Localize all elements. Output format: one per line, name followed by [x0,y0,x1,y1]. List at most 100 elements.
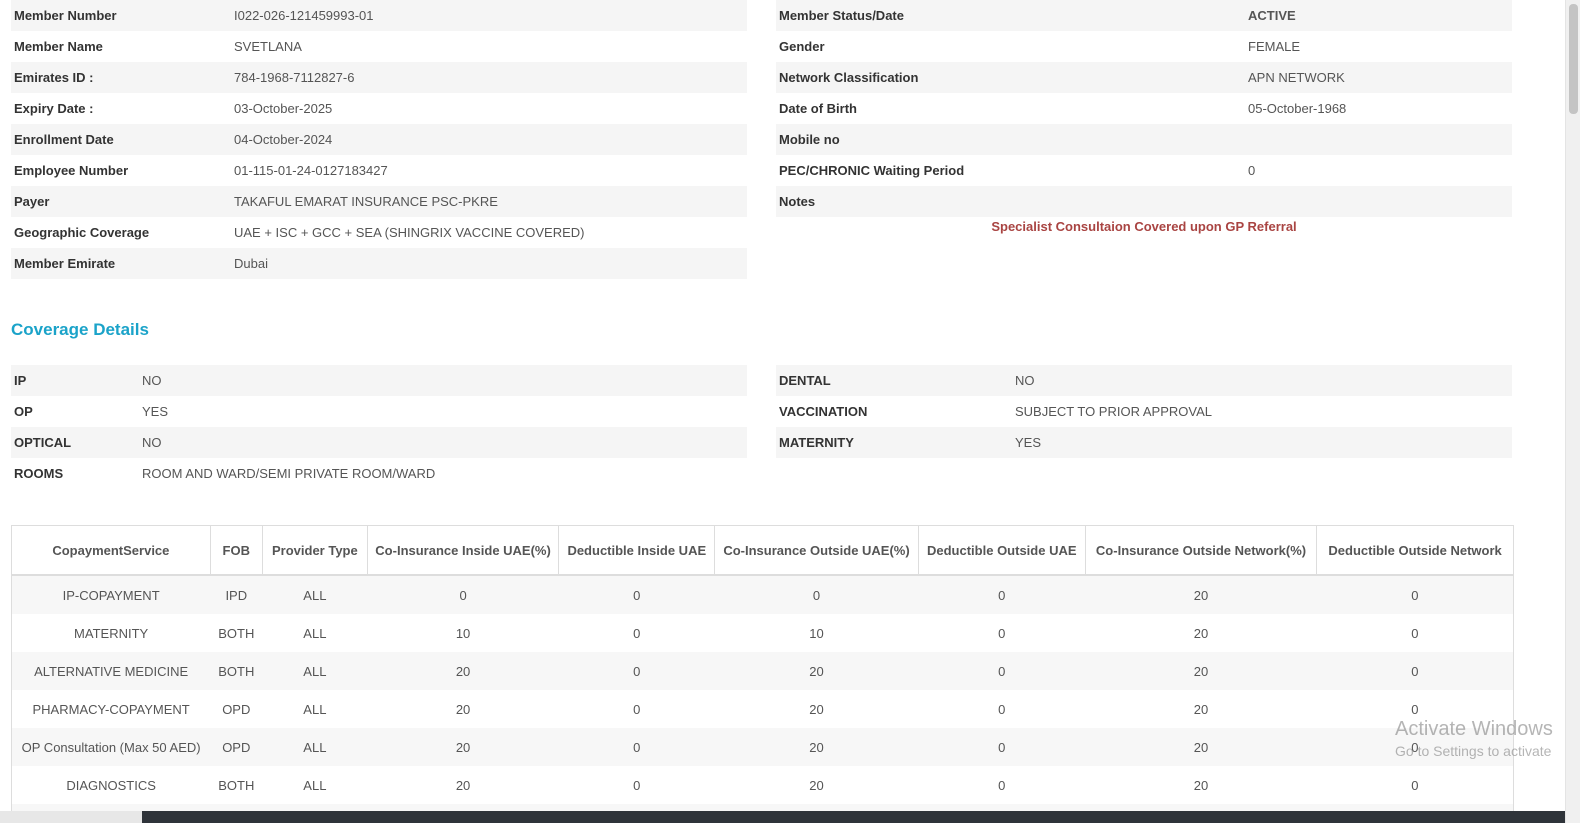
column-header[interactable]: Provider Type [262,525,368,576]
table-cell: 0 [998,587,1006,603]
table-row: IP-COPAYMENT IPD ALL 0 0 0 0 20 0 [12,575,1513,614]
table-cell: 10 [455,625,471,641]
table-cell: 0 [998,777,1006,793]
table-cell: 20 [809,663,824,679]
payer-row: Payer TAKAFUL EMARAT INSURANCE PSC-PKRE [11,186,747,217]
payer-value: TAKAFUL EMARAT INSURANCE PSC-PKRE [234,194,498,209]
coverage-maternity-value: YES [1015,435,1042,450]
member-number-row: Member Number I022-026-121459993-01 [11,0,747,31]
coverage-dental-row: DENTAL NO [776,365,1512,396]
member-name-row: Member Name SVETLANA [11,31,747,62]
member-status-label: Member Status/Date [779,8,904,23]
member-details-page: Member Number I022-026-121459993-01 Membe… [0,0,1565,823]
table-row: PHARMACY-COPAYMENT OPD ALL 20 0 20 0 20 0 [12,690,1513,728]
table-cell: 20 [1193,739,1209,755]
geographic-coverage-value: UAE + ISC + GCC + SEA (SHINGRIX VACCINE … [234,225,585,240]
column-header[interactable]: Co-Insurance Inside UAE(%) [367,525,560,576]
coverage-op-label: OP [14,404,33,419]
table-cell: 20 [809,739,824,755]
table-cell: OP Consultation (Max 50 AED) [21,739,201,755]
table-cell: 0 [633,625,641,641]
table-cell: 20 [1193,701,1209,717]
table-cell: 0 [1411,777,1419,793]
notes-label: Notes [779,194,816,209]
table-cell: IPD [225,587,248,603]
gender-label: Gender [779,39,825,54]
coverage-ip-label: IP [14,373,27,388]
waiting-period-label: PEC/CHRONIC Waiting Period [779,163,965,178]
employee-number-value: 01-115-01-24-0127183427 [234,163,388,178]
horizontal-scrollbar-track-segment[interactable] [0,811,142,823]
geographic-coverage-label: Geographic Coverage [14,225,150,240]
table-cell: 0 [1411,739,1419,755]
vertical-scrollbar-thumb[interactable] [1569,4,1578,114]
coverage-right: DENTAL NO VACCINATION SUBJECT TO PRIOR APP… [776,365,1512,458]
table-cell: ALL [303,701,327,717]
member-emirate-value: Dubai [234,256,268,271]
horizontal-scrollbar[interactable] [0,811,1565,823]
column-header[interactable]: Co-Insurance Outside Network(%) [1085,525,1318,576]
table-cell: OPD [222,739,251,755]
waiting-period-value: 0 [1248,163,1256,178]
table-cell: 0 [998,701,1006,717]
copayment-table-body: IP-COPAYMENT IPD ALL 0 0 0 0 20 0 MATERNITY BOTH AL… [12,575,1513,823]
table-cell: ALL [303,777,327,793]
coverage-rooms-row: ROOMS ROOM AND WARD/SEMI PRIVATE ROOM/WAR… [11,458,747,489]
table-cell: 0 [998,663,1006,679]
table-cell: 0 [812,587,821,603]
table-header-row: CopaymentService FOB Provider Type Co-In… [12,525,1513,576]
employee-number-label: Employee Number [14,163,129,178]
member-number-label: Member Number [14,8,117,23]
table-cell: 0 [1411,701,1419,717]
column-header[interactable]: Deductible Inside UAE [558,525,716,576]
member-name-label: Member Name [14,39,103,54]
table-cell: 0 [633,701,641,717]
table-cell: 20 [455,663,471,679]
column-header[interactable]: Co-Insurance Outside UAE(%) [714,525,919,576]
column-header[interactable]: Deductible Outside Network [1316,525,1513,576]
table-cell: 0 [459,587,467,603]
coverage-rooms-value: ROOM AND WARD/SEMI PRIVATE ROOM/WARD [142,466,436,481]
table-row: OP Consultation (Max 50 AED) OPD ALL 20 0 20 0… [12,728,1513,766]
member-status-value: ACTIVE [1248,8,1296,23]
coverage-rooms-label: ROOMS [14,466,64,481]
table-row: ALTERNATIVE MEDICINE BOTH ALL 20 0 20 0 20 0 [12,652,1513,690]
table-row: MATERNITY BOTH ALL 10 0 10 0 20 0 [12,614,1513,652]
coverage-left: IP NO OP YES OPTICAL NO ROOMS ROOM AND WARD/… [11,365,747,489]
table-cell: MATERNITY [74,625,149,641]
enrollment-date-label: Enrollment Date [14,132,114,147]
referral-note: Specialist Consultaion Covered upon GP R… [991,219,1297,234]
table-cell: ALL [303,587,327,603]
coverage-details-title: Coverage Details [11,320,149,339]
column-header[interactable]: FOB [210,525,263,576]
table-cell: 0 [633,739,641,755]
table-cell: IP-COPAYMENT [62,587,160,603]
member-emirate-row: Member Emirate Dubai [11,248,747,279]
emirates-id-label: Emirates ID : [14,70,94,85]
notes-row: Notes [776,186,1512,217]
mobile-no-row: Mobile no [776,124,1512,155]
member-emirate-label: Member Emirate [14,256,116,271]
vertical-scrollbar[interactable] [1565,0,1580,823]
column-header[interactable]: CopaymentService [12,525,211,576]
column-header[interactable]: Deductible Outside UAE [918,525,1086,576]
waiting-period-row: PEC/CHRONIC Waiting Period 0 [776,155,1512,186]
date-of-birth-row: Date of Birth 05-October-1968 [776,93,1512,124]
coverage-optical-label: OPTICAL [14,435,72,450]
table-cell: 0 [633,777,641,793]
member-info-left: Member Number I022-026-121459993-01 Membe… [11,0,747,279]
expiry-date-label: Expiry Date : [14,101,94,116]
table-cell: 20 [809,701,824,717]
table-cell: ALL [303,625,327,641]
coverage-vaccination-value: SUBJECT TO PRIOR APPROVAL [1015,404,1212,419]
expiry-date-value: 03-October-2025 [234,101,333,116]
member-info-right: Member Status/Date ACTIVE Gender FEMALE Ne… [776,0,1512,217]
member-number-value: I022-026-121459993-01 [234,8,374,23]
table-cell: BOTH [218,663,255,679]
table-cell: ALL [303,739,327,755]
emirates-id-row: Emirates ID : 784-1968-7112827-6 [11,62,747,93]
table-cell: 0 [633,663,641,679]
coverage-optical-value: NO [142,435,162,450]
mobile-no-label: Mobile no [779,132,840,147]
network-classification-label: Network Classification [779,70,919,85]
